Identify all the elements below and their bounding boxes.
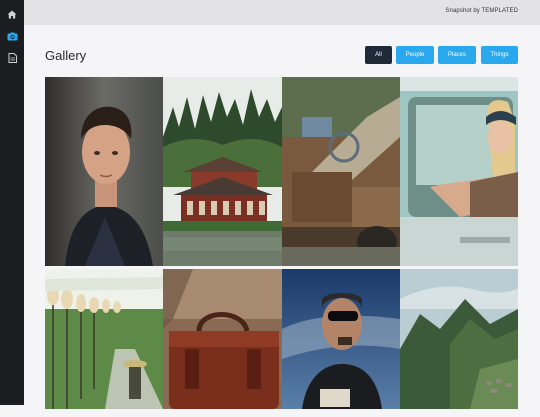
gallery-photo-old-truck[interactable] — [282, 77, 400, 266]
home-icon[interactable] — [6, 8, 18, 20]
document-icon[interactable] — [6, 52, 18, 64]
filter-places-button[interactable]: Places — [438, 46, 476, 64]
gallery-photo-woman-in-car[interactable] — [400, 77, 518, 266]
gallery-photo-mountain-ruins[interactable] — [400, 269, 518, 409]
gallery-photo-leather-bag[interactable] — [163, 269, 282, 409]
filter-all-button[interactable]: All — [365, 46, 392, 64]
top-bar: Snapshot by TEMPLATED — [24, 0, 540, 25]
gallery-photo-portrait-man[interactable] — [45, 77, 163, 266]
camera-icon[interactable] — [6, 30, 18, 42]
brand-label: Snapshot by TEMPLATED — [445, 8, 518, 14]
filter-things-button[interactable]: Things — [481, 46, 518, 64]
sidebar — [0, 0, 24, 405]
page-title: Gallery — [45, 48, 87, 63]
gallery-photo-lanterns-path[interactable] — [45, 269, 163, 409]
filter-people-button[interactable]: People — [396, 46, 434, 64]
gallery-photo-man-smoking[interactable] — [282, 269, 400, 409]
gallery-grid — [45, 77, 518, 417]
gallery-photo-japanese-temple[interactable] — [163, 77, 282, 266]
